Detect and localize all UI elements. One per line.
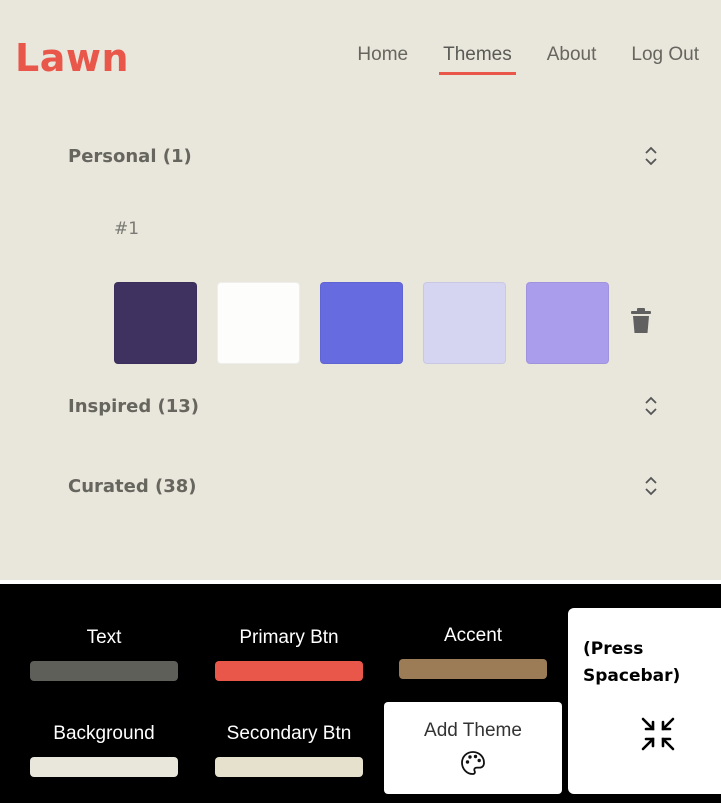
add-theme-button[interactable]: Add Theme bbox=[384, 702, 562, 794]
picker-background-swatch[interactable] bbox=[30, 757, 178, 777]
swatch-5[interactable] bbox=[526, 282, 609, 364]
picker-text[interactable]: Text bbox=[30, 627, 178, 681]
picker-secondary-btn-swatch[interactable] bbox=[215, 757, 363, 777]
picker-primary-btn-swatch[interactable] bbox=[215, 661, 363, 681]
picker-accent-swatch[interactable] bbox=[399, 659, 547, 679]
trash-icon[interactable] bbox=[630, 308, 652, 334]
header: Lawn Home Themes About Log Out bbox=[0, 0, 721, 110]
swatch-1[interactable] bbox=[114, 282, 197, 364]
palette-icon bbox=[461, 751, 485, 775]
logo[interactable]: Lawn bbox=[15, 36, 129, 80]
picker-secondary-btn[interactable]: Secondary Btn bbox=[215, 723, 363, 777]
theme-swatches bbox=[114, 282, 629, 364]
nav-log-out[interactable]: Log Out bbox=[627, 44, 703, 72]
section-inspired-title: Inspired (13) bbox=[68, 395, 200, 417]
nav-about[interactable]: About bbox=[543, 44, 601, 72]
spacebar-hint-card[interactable]: (Press Spacebar) bbox=[568, 608, 721, 794]
section-curated-title: Curated (38) bbox=[68, 475, 197, 497]
picker-accent[interactable]: Accent bbox=[399, 625, 547, 679]
nav-home[interactable]: Home bbox=[353, 44, 412, 72]
swatch-4[interactable] bbox=[423, 282, 506, 364]
picker-accent-label: Accent bbox=[443, 625, 503, 646]
picker-text-label: Text bbox=[86, 627, 122, 648]
color-panel: Text Primary Btn Accent Background Secon… bbox=[0, 580, 721, 803]
shrink-arrows-icon[interactable] bbox=[640, 716, 676, 752]
nav-themes[interactable]: Themes bbox=[439, 44, 516, 75]
picker-text-swatch[interactable] bbox=[30, 661, 178, 681]
picker-primary-btn-label: Primary Btn bbox=[239, 627, 339, 648]
picker-secondary-btn-label: Secondary Btn bbox=[226, 723, 352, 744]
main-nav: Home Themes About Log Out bbox=[326, 44, 703, 75]
spacebar-hint-text: (Press Spacebar) bbox=[583, 639, 681, 686]
section-inspired-header[interactable]: Inspired (13) bbox=[68, 391, 658, 421]
chevron-up-down-icon[interactable] bbox=[644, 475, 658, 497]
section-curated-header[interactable]: Curated (38) bbox=[68, 471, 658, 501]
chevron-up-down-icon[interactable] bbox=[644, 395, 658, 417]
chevron-up-down-icon[interactable] bbox=[644, 145, 658, 167]
add-theme-label: Add Theme bbox=[424, 720, 522, 741]
picker-background[interactable]: Background bbox=[30, 723, 178, 777]
section-personal-header[interactable]: Personal (1) bbox=[68, 141, 658, 171]
picker-background-label: Background bbox=[53, 723, 155, 744]
section-personal-title: Personal (1) bbox=[68, 145, 192, 167]
swatch-2[interactable] bbox=[217, 282, 300, 364]
swatch-3[interactable] bbox=[320, 282, 403, 364]
theme-number: #1 bbox=[114, 219, 140, 239]
picker-primary-btn[interactable]: Primary Btn bbox=[215, 627, 363, 681]
